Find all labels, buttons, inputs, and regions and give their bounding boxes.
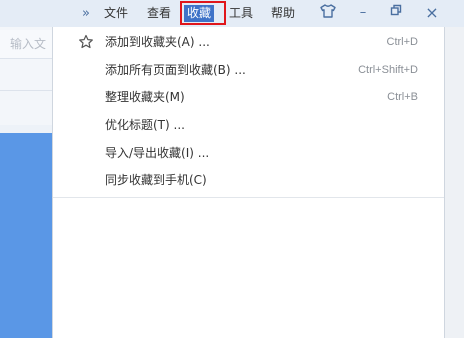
menu-tools[interactable]: 工具 [229,5,253,22]
menu-file[interactable]: 文件 [104,5,128,22]
menu-item-import-export[interactable]: 导入/导出收藏(I) ... [53,142,444,164]
menu-item-label: 添加所有页面到收藏(B) ... [105,63,246,77]
menu-item-add-favorite[interactable]: 添加到收藏夹(A) ... Ctrl+D [53,31,444,53]
shirt-icon[interactable] [319,4,337,22]
menu-separator [53,197,444,198]
menu-item-label: 整理收藏夹(M) [105,90,185,104]
star-outline-icon [78,34,94,50]
menu-item-shortcut: Ctrl+Shift+D [358,64,418,76]
more-chevron-icon[interactable]: » [82,5,90,22]
divider [0,58,52,59]
menu-item-label: 同步收藏到手机(C) [105,173,207,187]
menu-item-add-all-pages[interactable]: 添加所有页面到收藏(B) ... Ctrl+Shift+D [53,59,444,81]
menu-item-shortcut: Ctrl+B [387,91,418,103]
right-edge-area [445,27,464,338]
divider [0,90,52,91]
menu-item-shortcut: Ctrl+D [386,36,418,48]
menu-item-label: 导入/导出收藏(I) ... [105,146,210,160]
menu-bar: » 文件 查看 收藏 工具 帮助 – × [0,0,464,27]
favorites-dropdown: 添加到收藏夹(A) ... Ctrl+D 添加所有页面到收藏(B) ... Ct… [52,27,445,338]
menu-item-optimize-titles[interactable]: 优化标题(T) ... [53,114,444,136]
restore-icon[interactable] [389,4,403,22]
menu-item-organize-favorites[interactable]: 整理收藏夹(M) Ctrl+B [53,86,444,108]
favorites-highlight-box [180,1,226,25]
menu-item-label: 优化标题(T) ... [105,118,185,132]
close-icon[interactable]: × [424,4,440,22]
content-gap [0,125,52,133]
menu-item-sync-to-phone[interactable]: 同步收藏到手机(C) [53,169,444,191]
page-blue-area [0,133,52,338]
menu-view[interactable]: 查看 [147,5,171,22]
search-input[interactable] [0,30,52,58]
minimize-icon[interactable]: – [356,4,370,22]
menu-item-label: 添加到收藏夹(A) ... [105,35,210,49]
menu-help[interactable]: 帮助 [271,5,295,22]
